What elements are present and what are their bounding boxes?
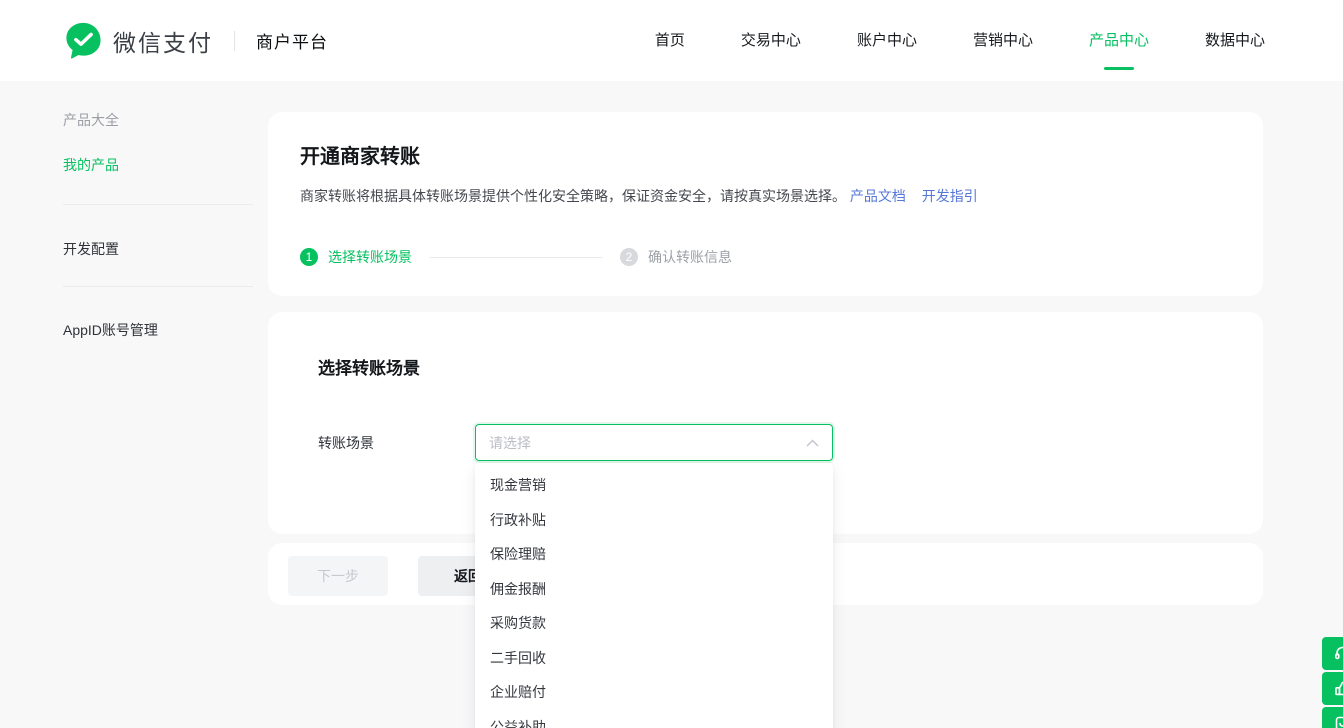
brand-name: 微信支付 [113,24,213,58]
dropdown-option[interactable]: 佣金报酬 [475,572,833,607]
app: 微信支付 商户平台 首页 交易中心 账户中心 营销中心 产品中心 数据中心 产品大全 我的… [0,0,1343,728]
nav-item[interactable]: 数据中心 [1205,30,1265,51]
nav-item-label: 数据中心 [1205,32,1265,49]
nav-item-label: 交易中心 [741,32,801,49]
product-doc-link[interactable]: 产品文档 [850,188,906,204]
step-1-label: 选择转账场景 [328,247,412,267]
transfer-scene-dropdown: 现金营销行政补贴保险理赔佣金报酬采购货款二手回收企业赔付公益补助 [475,463,833,728]
nav-item-label: 产品中心 [1089,32,1149,49]
nav-item[interactable]: 账户中心 [857,30,917,51]
nav-item[interactable]: 产品中心 [1089,30,1149,51]
intro-description: 商家转账将根据具体转账场景提供个性化安全策略，保证资金安全，请按真实场景选择。 … [300,186,978,206]
mini-program-icon[interactable] [1322,707,1343,728]
main-nav: 首页 交易中心 账户中心 营销中心 产品中心 数据中心 [655,30,1265,51]
next-step-button[interactable]: 下一步 [288,556,388,596]
chevron-up-icon [806,439,819,447]
sidebar-item[interactable]: AppID账号管理 [63,320,158,340]
step-2-circle: 2 [620,248,638,266]
step-2: 2 确认转账信息 [620,247,732,267]
sidebar-divider [63,204,253,205]
step-connector-line [430,257,602,258]
form-heading: 选择转账场景 [318,354,420,379]
sidebar: 产品大全 我的产品开发配置 AppID账号管理 [63,81,253,728]
dropdown-option[interactable]: 保险理赔 [475,537,833,572]
page-title: 开通商家转账 [300,140,420,169]
customer-service-icon[interactable] [1322,637,1343,670]
step-1: 1 选择转账场景 [300,247,412,267]
brand-divider [234,31,235,51]
step-2-label: 确认转账信息 [648,247,732,267]
active-tab-underline [1104,67,1134,70]
nav-item[interactable]: 营销中心 [973,30,1033,51]
intro-description-text: 商家转账将根据具体转账场景提供个性化安全策略，保证资金安全，请按真实场景选择。 [300,188,846,204]
nav-item[interactable]: 首页 [655,30,685,51]
sidebar-divider [63,286,253,287]
transfer-scene-select[interactable]: 请选择 [475,424,833,461]
wechat-pay-logo-icon [63,20,104,61]
dev-guide-link[interactable]: 开发指引 [922,188,978,204]
sidebar-section-label: 产品大全 [63,110,119,130]
intro-card: 开通商家转账 商家转账将根据具体转账场景提供个性化安全策略，保证资金安全，请按真… [268,112,1263,296]
nav-item-label: 营销中心 [973,32,1033,49]
nav-item-label: 首页 [655,32,685,49]
step-indicator: 1 选择转账场景 2 确认转账信息 [300,248,732,266]
floating-sidebar [1322,637,1343,728]
brand: 微信支付 商户平台 [63,20,328,61]
dropdown-option[interactable]: 企业赔付 [475,675,833,710]
portal-name: 商户平台 [256,28,328,53]
nav-item[interactable]: 交易中心 [741,30,801,51]
dropdown-option[interactable]: 公益补助 [475,710,833,728]
header: 微信支付 商户平台 首页 交易中心 账户中心 营销中心 产品中心 数据中心 [0,0,1343,81]
dropdown-option[interactable]: 采购货款 [475,606,833,641]
sidebar-item[interactable]: 开发配置 [63,239,119,259]
feedback-icon[interactable] [1322,672,1343,705]
dropdown-option[interactable]: 现金营销 [475,468,833,503]
select-placeholder: 请选择 [489,433,531,453]
dropdown-option[interactable]: 二手回收 [475,641,833,676]
dropdown-option[interactable]: 行政补贴 [475,503,833,538]
step-1-circle: 1 [300,248,318,266]
nav-item-label: 账户中心 [857,32,917,49]
sidebar-item[interactable]: 我的产品 [63,155,119,175]
transfer-scene-field-label: 转账场景 [318,433,374,453]
